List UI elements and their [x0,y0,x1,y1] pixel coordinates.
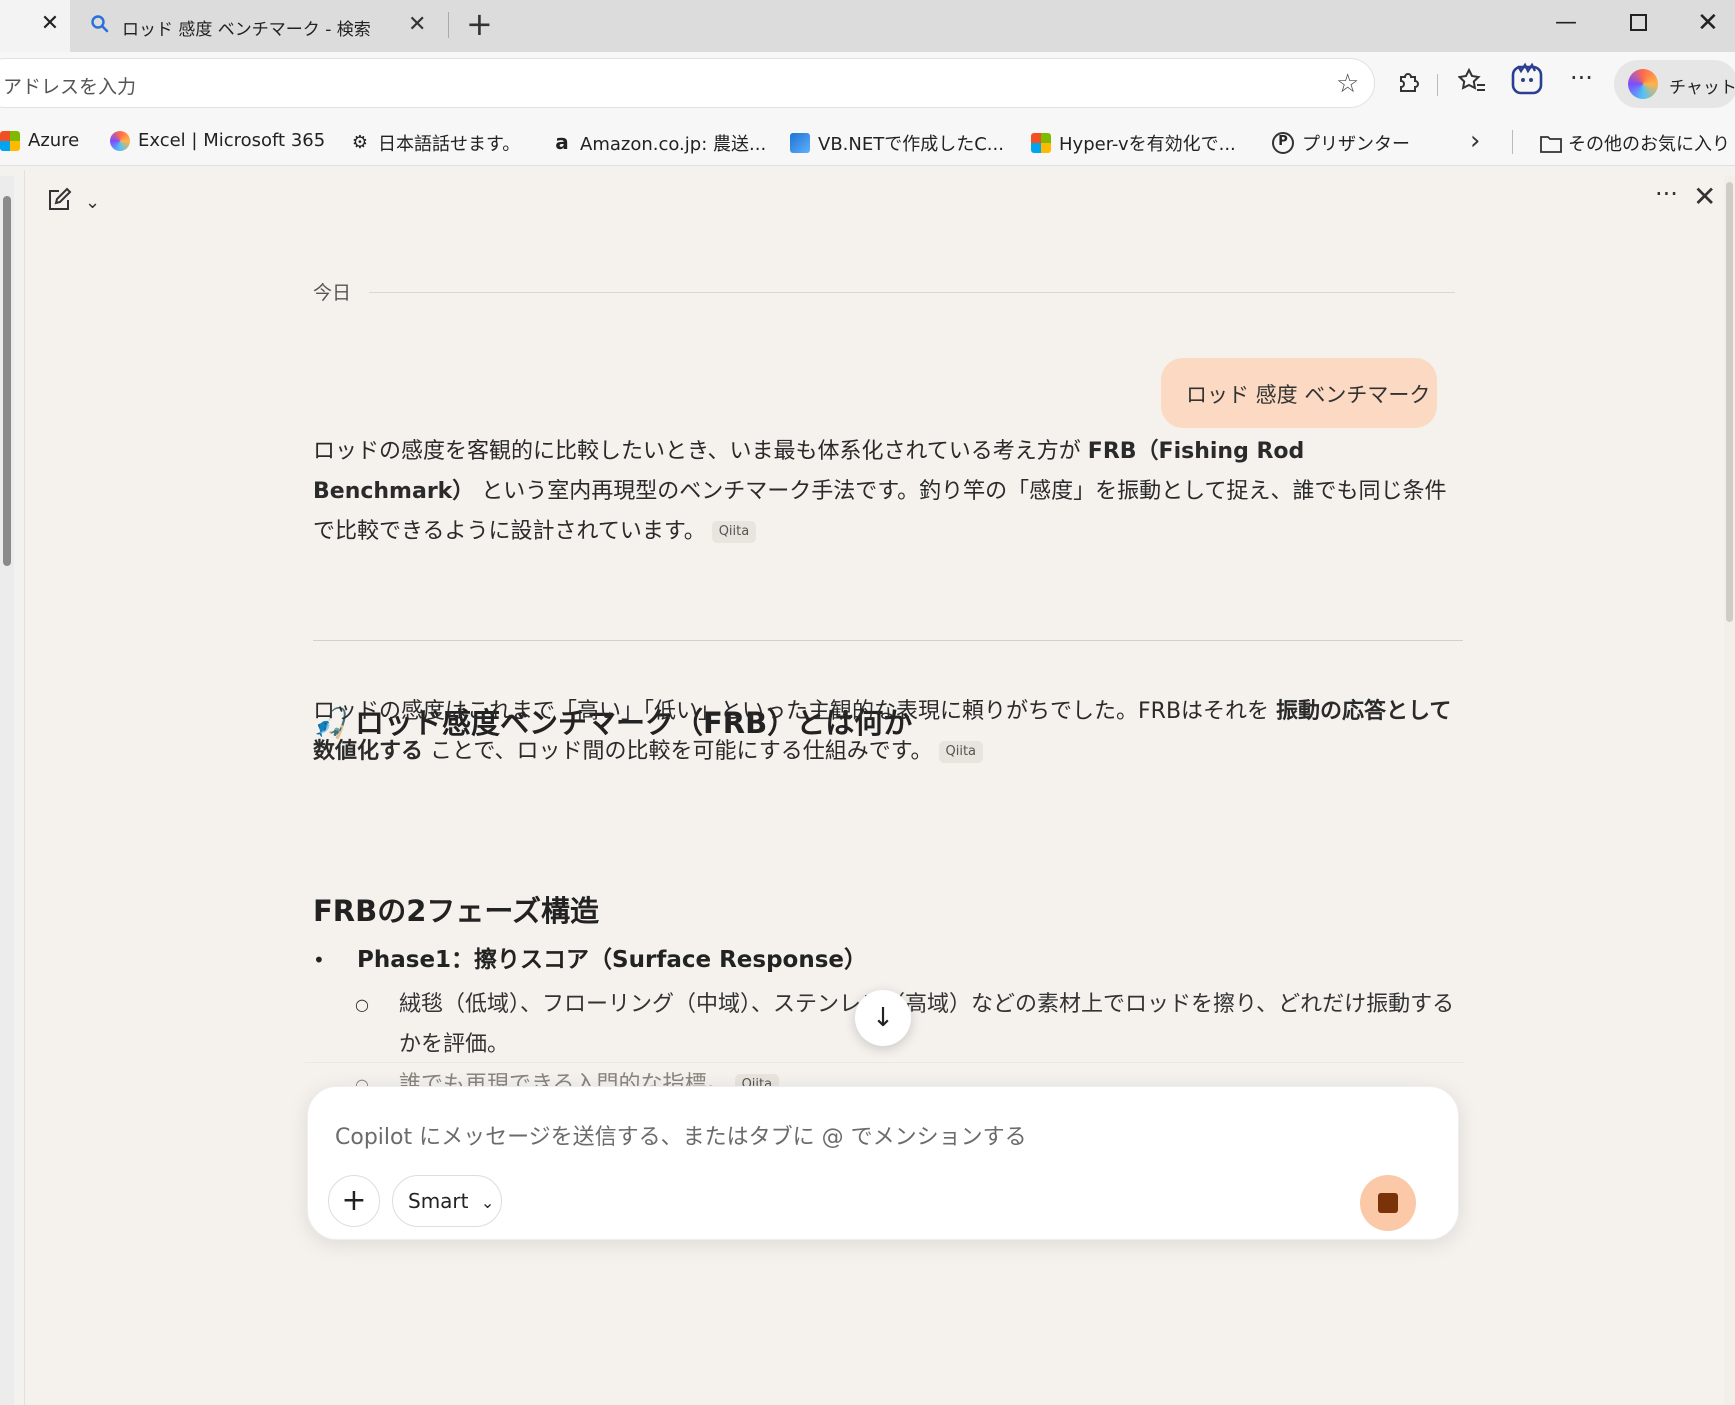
profile-avatar-icon[interactable] [1510,62,1544,102]
user-message-bubble: ロッド 感度 ベンチマーク [1161,358,1437,428]
bookmark-label: Excel | Microsoft 365 [138,130,326,151]
microsoft-icon [1031,133,1051,153]
bookmark-label: 日本語話せます。 [378,134,521,155]
bookmark-pleasanter[interactable]: P プリザンター [1272,130,1410,156]
answer-text: という室内再現型のベンチマーク手法です。釣り竿の「感度」を振動として捉え、誰でも… [313,479,1447,544]
bookmarks-bar: Azure Excel | Microsoft 365 ⚙ 日本語話せます。 a… [0,116,1735,166]
pane-scrollbar[interactable] [1724,176,1735,1405]
mode-selector-label: Smart [408,1189,469,1213]
answer-intro-paragraph: ロッドの感度を客観的に比較したいとき、いま最も体系化されている考え方が FRB（… [313,432,1463,552]
chevron-down-icon[interactable]: ⌄ [85,192,100,213]
stop-generating-button[interactable] [1360,1175,1416,1231]
extensions-icon[interactable] [1395,68,1421,100]
bookmark-vbnet[interactable]: VB.NETで作成したC... [790,130,1004,156]
copilot-logo-icon [1628,69,1658,99]
answer-text: ロッドの感度はこれまで「高い」「低い」といった主観的な表現に頼りがちでした。FR… [313,699,1277,724]
tab-search[interactable]: ロッド 感度 ベンチマーク - 検索 ✕ [78,4,448,48]
copilot-pane: ⌄ ··· ✕ 今日 ロッド 感度 ベンチマーク ロッドの感度を客観的に比較した… [24,170,1724,1405]
tab-bar: ✕ ロッド 感度 ベンチマーク - 検索 ✕ + — ✕ [0,0,1735,52]
citation-badge[interactable]: Qiita [938,741,984,763]
address-placeholder: アドレスを入力 [3,76,137,98]
page-scrollbar[interactable] [0,176,14,1405]
bookmark-label: プリザンター [1302,134,1410,155]
search-icon [90,14,112,36]
more-options-icon[interactable]: ··· [1570,64,1593,92]
composer-divider [305,1062,1465,1063]
azure-icon [0,130,20,151]
subsection-heading: FRBの2フェーズ構造 [313,894,599,928]
bookmark-amazon[interactable]: a Amazon.co.jp: 農送... [552,130,766,156]
bookmark-label: VB.NETで作成したC... [818,134,1004,155]
bullet-circle-icon: ○ [355,995,369,1014]
mode-selector-button[interactable]: Smart ⌄ [392,1175,502,1227]
message-composer[interactable]: Copilot にメッセージを送信する、またはタブに @ でメンションする + … [307,1086,1459,1240]
new-chat-icon[interactable] [45,186,73,220]
bullet-dot-icon: • [313,948,325,972]
bookmark-hyperv[interactable]: Hyper-vを有効化で... [1031,130,1236,156]
vbnet-icon [790,133,810,153]
tab-close-icon[interactable]: ✕ [408,12,426,37]
close-pane-icon[interactable]: ✕ [1693,180,1716,213]
scrollbar-thumb[interactable] [1726,182,1733,622]
bookmark-excel[interactable]: Excel | Microsoft 365 [110,130,325,151]
answer-paragraph: ロッドの感度はこれまで「高い」「低い」といった主観的な表現に頼りがちでした。FR… [313,692,1463,772]
bookmarks-divider [1512,130,1513,154]
composer-placeholder: Copilot にメッセージを送信する、またはタブに @ でメンションする [335,1125,1027,1150]
minimize-button[interactable]: — [1555,10,1577,35]
date-separator-line [369,292,1455,293]
bookmark-label: Azure [28,130,80,151]
close-window-button[interactable]: ✕ [1697,8,1719,38]
citation-badge[interactable]: Qiita [711,521,757,543]
scrollbar-thumb[interactable] [3,196,11,566]
answer-text: ことで、ロッド間の比較を可能にする仕組みです。 [423,739,933,764]
scroll-to-bottom-button[interactable]: ↓ [855,990,911,1046]
folder-icon [1540,133,1562,153]
section-divider [313,640,1463,641]
sub-list-item-text: 絨毯（低域）、フローリング（中域）、ステンレス（高域）などの素材上でロッドを擦り… [399,992,1455,1057]
bookmark-azure[interactable]: Azure [0,130,79,151]
bookmark-label: Amazon.co.jp: 農送... [580,134,767,155]
add-attachment-button[interactable]: + [328,1175,380,1227]
new-tab-button[interactable]: + [466,6,493,42]
favorites-icon[interactable] [1457,67,1486,100]
bookmark-other-folder[interactable]: その他のお気に入り [1540,130,1730,156]
chatgpt-icon: ⚙ [351,132,369,153]
bookmark-label: その他のお気に入り [1568,134,1730,155]
bookmark-label: Hyper-vを有効化で... [1059,134,1236,155]
toolbar-divider [1437,74,1438,96]
pleasanter-icon: P [1272,132,1294,154]
plus-icon: + [341,1183,367,1218]
tab-divider [448,12,449,38]
list-item-text: Phase1：擦りスコア（Surface Response） [357,947,868,973]
bookmark-chatgpt[interactable]: ⚙ 日本語話せます。 [350,130,520,156]
address-bar[interactable]: アドレスを入力 ☆ [0,58,1375,108]
address-row: アドレスを入力 ☆ ··· チャット [0,52,1735,116]
date-separator-label: 今日 [313,282,352,304]
copilot-icon [110,130,130,151]
tab-previous[interactable]: ✕ [0,0,70,52]
favorite-star-icon[interactable]: ☆ [1336,69,1359,99]
tab-close-icon[interactable]: ✕ [38,12,62,36]
amazon-icon: a [555,130,569,154]
list-item: • Phase1：擦りスコア（Surface Response） [313,940,867,980]
tab-title: ロッド 感度 ベンチマーク - 検索 [122,20,371,40]
answer-text: ロッドの感度を客観的に比較したいとき、いま最も体系化されている考え方が [313,439,1088,464]
more-options-icon[interactable]: ··· [1655,180,1678,208]
arrow-down-icon: ↓ [872,1003,894,1033]
copilot-chat-button[interactable]: チャット [1614,60,1735,108]
chevron-right-icon[interactable]: › [1470,126,1480,156]
user-message-text: ロッド 感度 ベンチマーク [1186,383,1431,407]
copilot-chat-label: チャット [1669,78,1735,98]
chevron-down-icon: ⌄ [480,1193,495,1212]
maximize-button[interactable] [1630,14,1647,31]
